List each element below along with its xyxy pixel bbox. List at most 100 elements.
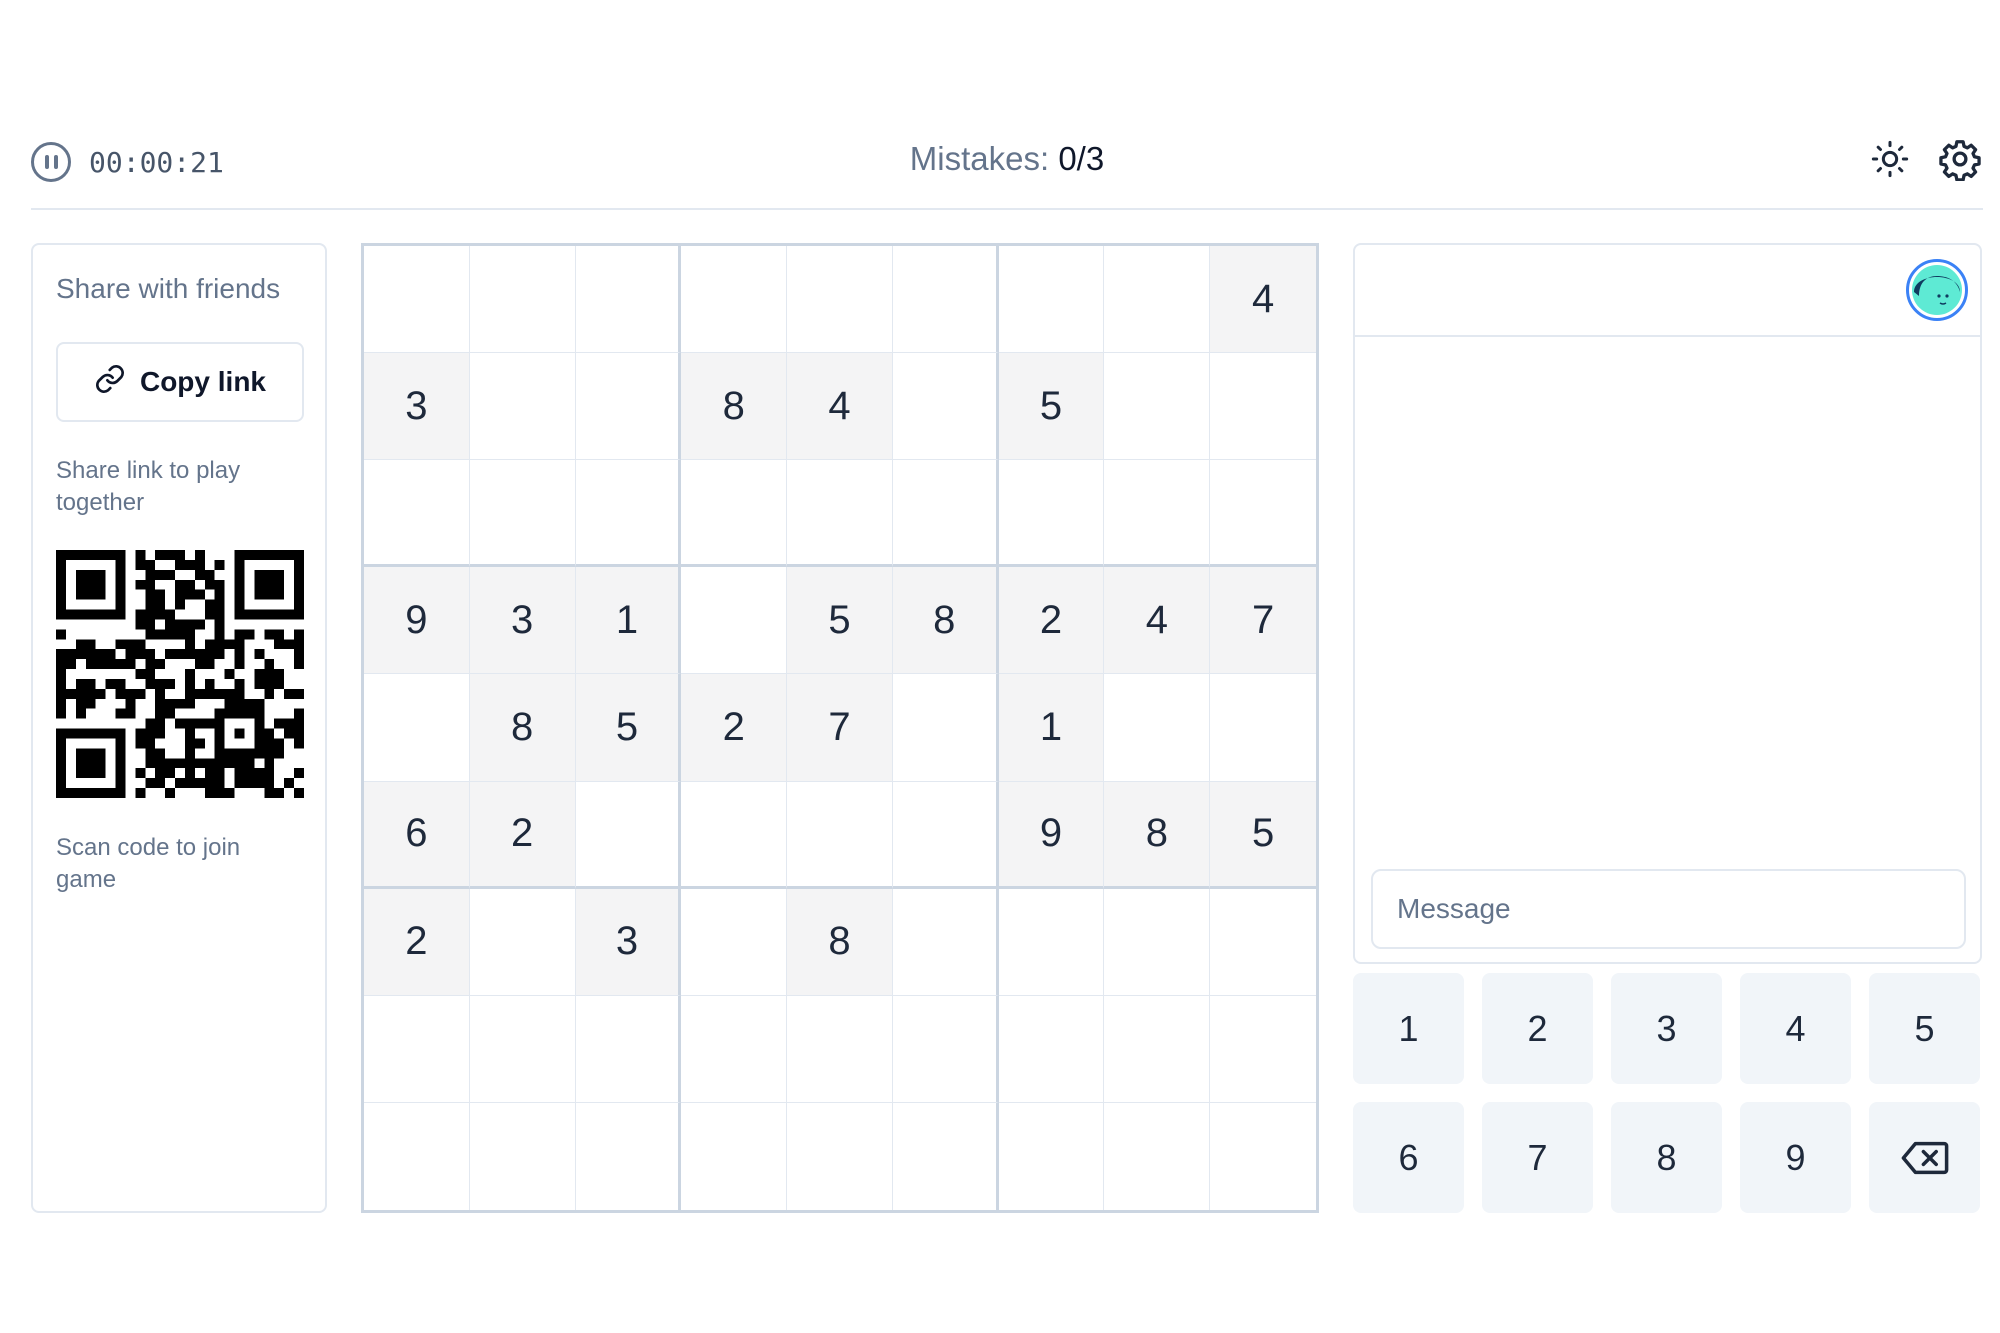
board-cell[interactable] (469, 353, 576, 461)
board-cell[interactable]: 9 (998, 781, 1105, 889)
board-cell[interactable]: 7 (1210, 567, 1316, 675)
board-cell[interactable] (575, 1102, 682, 1210)
board-cell[interactable] (1210, 353, 1316, 461)
board-cell[interactable] (787, 460, 893, 568)
board-cell[interactable] (892, 674, 999, 782)
board-cell[interactable]: 6 (364, 781, 470, 889)
board-cell[interactable]: 3 (575, 888, 682, 996)
board-cell[interactable] (1210, 995, 1316, 1103)
number-key-1[interactable]: 1 (1353, 973, 1464, 1084)
number-key-2[interactable]: 2 (1482, 973, 1593, 1084)
board-cell[interactable]: 8 (787, 888, 893, 996)
board-cell[interactable] (469, 246, 576, 354)
board-cell[interactable] (1210, 888, 1316, 996)
board-cell[interactable] (1104, 353, 1211, 461)
board-cell[interactable] (575, 995, 682, 1103)
board-cell[interactable] (681, 567, 788, 675)
board-cell[interactable] (892, 460, 999, 568)
board-cell[interactable] (998, 460, 1105, 568)
board-cell[interactable] (681, 460, 788, 568)
sudoku-board: 43845931582478527162985238 (361, 243, 1319, 1213)
message-input[interactable] (1371, 869, 1966, 949)
board-cell[interactable]: 4 (1210, 246, 1316, 354)
board-cell[interactable] (892, 1102, 999, 1210)
board-cell[interactable]: 2 (364, 888, 470, 996)
board-cell[interactable]: 4 (1104, 567, 1211, 675)
board-cell[interactable]: 8 (469, 674, 576, 782)
number-key-9[interactable]: 9 (1740, 1102, 1851, 1213)
board-cell[interactable] (469, 1102, 576, 1210)
board-cell[interactable] (681, 888, 788, 996)
board-cell[interactable]: 9 (364, 567, 470, 675)
board-cell[interactable] (575, 781, 682, 889)
board-cell[interactable] (998, 888, 1105, 996)
board-cell[interactable]: 5 (787, 567, 893, 675)
board-cell[interactable] (1210, 674, 1316, 782)
board-cell[interactable] (892, 995, 999, 1103)
board-cell[interactable] (575, 353, 682, 461)
board-cell[interactable]: 8 (892, 567, 999, 675)
board-cell[interactable] (1104, 1102, 1211, 1210)
board-cell[interactable] (681, 1102, 788, 1210)
board-cell[interactable]: 1 (575, 567, 682, 675)
board-cell[interactable] (998, 246, 1105, 354)
avatar[interactable] (1906, 259, 1968, 321)
board-cell[interactable] (1104, 888, 1211, 996)
board-cell[interactable] (1104, 246, 1211, 354)
top-actions (1867, 136, 1983, 182)
board-cell[interactable] (575, 460, 682, 568)
number-key-8[interactable]: 8 (1611, 1102, 1722, 1213)
board-cell[interactable]: 5 (1210, 781, 1316, 889)
board-cell[interactable] (892, 246, 999, 354)
number-key-5[interactable]: 5 (1869, 973, 1980, 1084)
number-key-7[interactable]: 7 (1482, 1102, 1593, 1213)
board-cell[interactable] (364, 995, 470, 1103)
board-cell[interactable]: 2 (681, 674, 788, 782)
board-cell[interactable] (892, 781, 999, 889)
board-cell[interactable] (1210, 460, 1316, 568)
gear-icon[interactable] (1937, 136, 1983, 182)
board-cell[interactable]: 3 (469, 567, 576, 675)
chat-panel (1353, 243, 1982, 964)
number-key-6[interactable]: 6 (1353, 1102, 1464, 1213)
backspace-icon[interactable] (1869, 1102, 1980, 1213)
board-cell[interactable]: 7 (787, 674, 893, 782)
board-cell[interactable]: 8 (1104, 781, 1211, 889)
board-cell[interactable]: 3 (364, 353, 470, 461)
board-cell[interactable]: 1 (998, 674, 1105, 782)
board-cell[interactable] (575, 246, 682, 354)
copy-link-button[interactable]: Copy link (56, 342, 304, 422)
board-cell[interactable] (1210, 1102, 1316, 1210)
board-cell[interactable] (998, 1102, 1105, 1210)
board-cell[interactable] (1104, 995, 1211, 1103)
board-cell[interactable]: 5 (998, 353, 1105, 461)
board-cell[interactable] (998, 995, 1105, 1103)
board-cell[interactable] (787, 1102, 893, 1210)
board-cell[interactable] (892, 353, 999, 461)
board-cell[interactable] (469, 460, 576, 568)
board-cell[interactable] (364, 1102, 470, 1210)
board-cell[interactable]: 2 (998, 567, 1105, 675)
number-key-3[interactable]: 3 (1611, 973, 1722, 1084)
board-cell[interactable]: 4 (787, 353, 893, 461)
board-cell[interactable] (469, 888, 576, 996)
board-cell[interactable]: 8 (681, 353, 788, 461)
board-cell[interactable] (681, 246, 788, 354)
board-cell[interactable] (787, 995, 893, 1103)
board-cell[interactable] (681, 781, 788, 889)
board-cell[interactable] (1104, 674, 1211, 782)
number-key-4[interactable]: 4 (1740, 973, 1851, 1084)
board-cell[interactable] (364, 246, 470, 354)
board-cell[interactable] (787, 246, 893, 354)
board-cell[interactable] (364, 674, 470, 782)
mistakes-counter: Mistakes: 0/3 (31, 140, 1983, 178)
board-cell[interactable] (681, 995, 788, 1103)
board-cell[interactable] (1104, 460, 1211, 568)
board-cell[interactable] (892, 888, 999, 996)
board-cell[interactable] (469, 995, 576, 1103)
board-cell[interactable] (364, 460, 470, 568)
board-cell[interactable]: 2 (469, 781, 576, 889)
board-cell[interactable] (787, 781, 893, 889)
board-cell[interactable]: 5 (575, 674, 682, 782)
sun-icon[interactable] (1867, 136, 1913, 182)
